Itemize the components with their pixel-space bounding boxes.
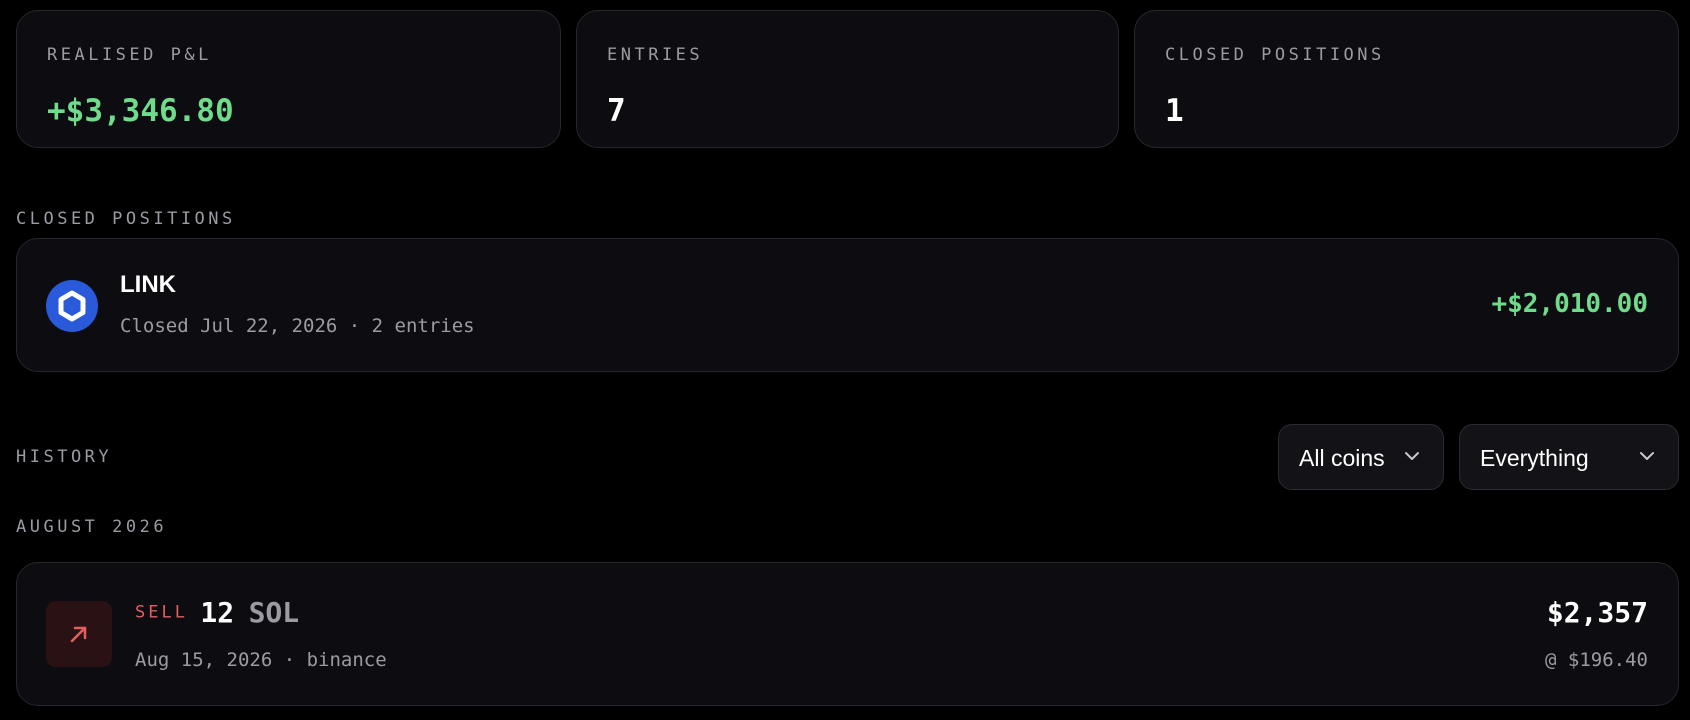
stat-value: 7 — [607, 93, 626, 129]
coin-filter-select[interactable]: All coins — [1278, 424, 1444, 490]
entry-coin: SOL — [248, 596, 300, 629]
side-badge: SELL — [135, 602, 188, 623]
chevron-down-icon — [1405, 452, 1419, 460]
position-coin: LINK — [120, 271, 176, 298]
chevron-down-icon — [1640, 452, 1654, 460]
closed-position-row[interactable]: LINK Closed Jul 22, 2026 · 2 entries +$2… — [16, 238, 1679, 372]
stat-card-closed-positions: CLOSED POSITIONS 1 — [1134, 10, 1679, 148]
type-filter-value: Everything — [1480, 445, 1589, 471]
entry-title: SELL 12 SOL — [135, 596, 299, 629]
history-heading: HISTORY — [16, 447, 113, 467]
type-filter-select[interactable]: Everything — [1459, 424, 1679, 490]
history-entry-row[interactable]: SELL 12 SOL Aug 15, 2026 · binance $2,35… — [16, 562, 1679, 706]
stat-label: CLOSED POSITIONS — [1165, 45, 1385, 65]
chainlink-icon — [46, 280, 98, 332]
coin-filter-value: All coins — [1299, 445, 1385, 471]
stat-card-entries: ENTRIES 7 — [576, 10, 1119, 148]
position-meta: Closed Jul 22, 2026 · 2 entries — [120, 315, 475, 337]
entry-meta: Aug 15, 2026 · binance — [135, 649, 387, 671]
entry-total: $2,357 — [1546, 596, 1648, 629]
entry-price: @ $196.40 — [1545, 649, 1648, 671]
entry-quantity: 12 — [200, 596, 235, 629]
arrow-up-right-icon — [46, 601, 112, 667]
stat-value: +$3,346.80 — [47, 93, 234, 129]
position-pnl: +$2,010.00 — [1491, 289, 1648, 319]
stat-value: 1 — [1165, 93, 1184, 129]
stat-label: ENTRIES — [607, 45, 704, 65]
closed-positions-heading: CLOSED POSITIONS — [16, 209, 236, 229]
stat-card-realised-pnl: REALISED P&L +$3,346.80 — [16, 10, 561, 148]
stat-label: REALISED P&L — [47, 45, 212, 65]
month-group-heading: AUGUST 2026 — [16, 517, 168, 537]
